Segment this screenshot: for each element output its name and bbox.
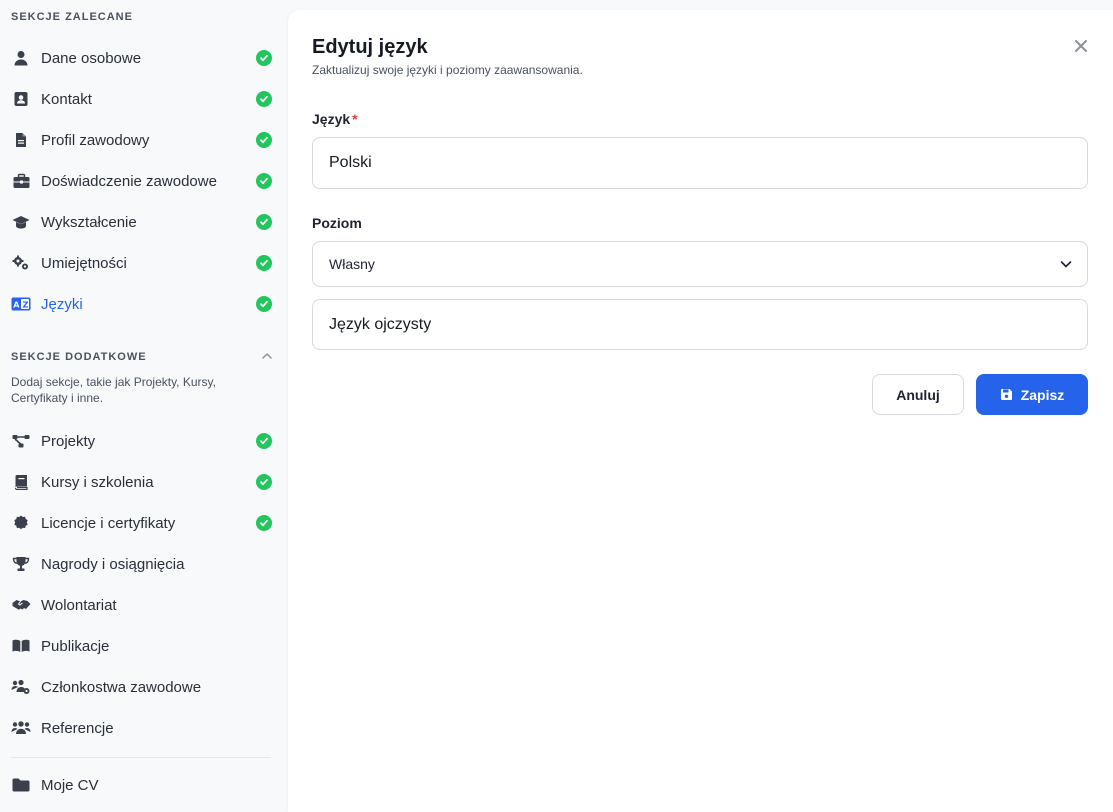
sidebar-item-education[interactable]: Wykształcenie <box>0 204 287 240</box>
level-select-value: Własny <box>329 256 375 272</box>
sidebar-item-courses[interactable]: Kursy i szkolenia <box>0 464 287 500</box>
sidebar-item-label: Nagrody i osiągnięcia <box>41 555 185 573</box>
sidebar-item-languages[interactable]: AZ Języki <box>0 286 287 322</box>
save-button[interactable]: Zapisz <box>976 374 1088 415</box>
sidebar-item-label: Wykształcenie <box>41 213 137 231</box>
check-icon <box>256 433 272 449</box>
folder-icon <box>11 775 31 795</box>
close-button[interactable] <box>1071 36 1091 56</box>
sidebar-item-label: Umiejętności <box>41 254 127 272</box>
briefcase-icon <box>11 171 31 191</box>
check-icon <box>256 132 272 148</box>
page-subtitle: Zaktualizuj swoje języki i poziomy zaawa… <box>312 63 583 77</box>
svg-text:Z: Z <box>23 301 29 310</box>
chevron-up-icon[interactable] <box>260 349 274 363</box>
sidebar: SEKCJE ZALECANE Dane osobowe Kontakt Pro… <box>0 0 287 812</box>
user-icon <box>11 48 31 68</box>
graduation-cap-icon <box>11 212 31 232</box>
language-input[interactable]: Polski <box>312 137 1088 189</box>
sidebar-item-personal-data[interactable]: Dane osobowe <box>0 40 287 76</box>
sidebar-divider <box>11 757 271 758</box>
chevron-down-icon <box>1059 257 1073 271</box>
language-field-label: Język * <box>312 111 358 127</box>
sidebar-item-projects[interactable]: Projekty <box>0 423 287 459</box>
cancel-button[interactable]: Anuluj <box>872 374 964 415</box>
sidebar-item-label: Wolontariat <box>41 596 117 614</box>
check-icon <box>256 255 272 271</box>
sidebar-item-label: Języki <box>41 295 83 313</box>
language-icon: AZ <box>11 294 31 314</box>
additional-sections-description: Dodaj sekcje, takie jak Projekty, Kursy,… <box>11 375 216 405</box>
svg-text:A: A <box>13 301 20 310</box>
open-book-icon <box>11 636 31 656</box>
sidebar-item-skills[interactable]: Umiejętności <box>0 245 287 281</box>
sidebar-item-label: Członkostwa zawodowe <box>41 678 202 696</box>
sidebar-item-label: Dane osobowe <box>41 49 142 67</box>
recommended-sections-header: SEKCJE ZALECANE <box>11 11 133 23</box>
users-gear-icon <box>11 677 31 697</box>
check-icon <box>256 91 272 107</box>
sidebar-item-label: Licencje i certyfikaty <box>41 514 176 532</box>
level-select[interactable]: Własny <box>312 241 1088 287</box>
edit-language-panel: Edytuj język Zaktualizuj swoje języki i … <box>288 10 1113 812</box>
project-diagram-icon <box>11 431 31 451</box>
sidebar-item-volunteering[interactable]: Wolontariat <box>0 587 287 623</box>
save-button-label: Zapisz <box>1020 386 1065 403</box>
document-icon <box>11 130 31 150</box>
floppy-disk-icon <box>1000 388 1013 401</box>
sidebar-item-references[interactable]: Referencje <box>0 710 287 746</box>
page-title: Edytuj język <box>312 36 428 58</box>
additional-sections-header: SEKCJE DODATKOWE <box>11 351 147 363</box>
sidebar-item-memberships[interactable]: Członkostwa zawodowe <box>0 669 287 705</box>
custom-level-input[interactable]: Język ojczysty <box>312 299 1088 350</box>
close-icon <box>1074 39 1088 53</box>
sidebar-item-label: Referencje <box>41 719 114 737</box>
custom-level-input-value: Język ojczysty <box>329 315 432 333</box>
certificate-icon <box>11 513 31 533</box>
sidebar-item-my-cv[interactable]: Moje CV <box>0 767 287 803</box>
gears-icon <box>11 253 31 273</box>
sidebar-item-label: Doświadczenie zawodowe <box>41 172 217 190</box>
sidebar-item-contact[interactable]: Kontakt <box>0 81 287 117</box>
sidebar-item-label: Kursy i szkolenia <box>41 473 154 491</box>
sidebar-item-professional-profile[interactable]: Profil zawodowy <box>0 122 287 158</box>
check-icon <box>256 515 272 531</box>
required-mark: * <box>352 111 358 127</box>
sidebar-item-label: Projekty <box>41 432 96 450</box>
level-field-label: Poziom <box>312 215 362 231</box>
users-icon <box>11 718 31 738</box>
language-input-value: Polski <box>329 154 372 171</box>
trophy-icon <box>11 554 31 574</box>
sidebar-item-label: Publikacje <box>41 637 110 655</box>
check-icon <box>256 173 272 189</box>
sidebar-item-awards[interactable]: Nagrody i osiągnięcia <box>0 546 287 582</box>
contact-card-icon <box>11 89 31 109</box>
handshake-icon <box>11 595 31 615</box>
check-icon <box>256 214 272 230</box>
language-label-text: Język <box>312 111 351 127</box>
check-icon <box>256 474 272 490</box>
check-icon <box>256 50 272 66</box>
sidebar-item-work-experience[interactable]: Doświadczenie zawodowe <box>0 163 287 199</box>
sidebar-item-publications[interactable]: Publikacje <box>0 628 287 664</box>
check-icon <box>256 296 272 312</box>
book-icon <box>11 472 31 492</box>
sidebar-item-label: Profil zawodowy <box>41 131 150 149</box>
sidebar-item-certificates[interactable]: Licencje i certyfikaty <box>0 505 287 541</box>
sidebar-item-label: Kontakt <box>41 90 92 108</box>
sidebar-item-label: Moje CV <box>41 776 99 794</box>
